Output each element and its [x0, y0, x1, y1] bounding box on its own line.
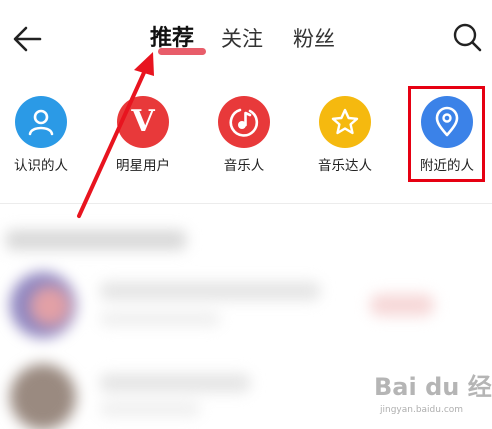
category-music-experts[interactable]: 音乐达人: [295, 96, 395, 175]
category-celebrities[interactable]: V 明星用户: [93, 96, 193, 175]
v-badge-glyph: V: [131, 104, 155, 139]
star-icon: [319, 96, 371, 148]
watermark-url: jingyan.baidu.com: [380, 405, 464, 415]
search-icon[interactable]: [452, 22, 482, 52]
active-tab-indicator: [158, 48, 206, 55]
category-label: 明星用户: [116, 158, 170, 174]
person-icon: [15, 96, 67, 148]
category-label: 音乐达人: [318, 158, 372, 174]
back-arrow-icon[interactable]: [12, 24, 44, 54]
category-label: 认识的人: [14, 158, 68, 174]
tab-follow[interactable]: 关注: [221, 24, 263, 54]
top-nav-bar: 推荐 关注 粉丝: [0, 0, 492, 78]
music-note-icon: [218, 96, 270, 148]
divider: [0, 203, 492, 204]
v-badge-icon: V: [117, 96, 169, 148]
screen: 推荐 关注 粉丝 认识的人 V 明星用户 音乐人 音乐达人 附近的人 Bai d…: [0, 0, 492, 429]
category-label: 音乐人: [223, 158, 265, 174]
baidu-watermark-logo: Bai du 经验 jingyan.baidu.com: [374, 372, 492, 424]
tab-fans[interactable]: 粉丝: [293, 24, 335, 54]
category-musicians[interactable]: 音乐人: [194, 96, 294, 175]
highlight-box: [408, 86, 485, 182]
category-acquaintances[interactable]: 认识的人: [0, 96, 91, 175]
watermark-brand: Bai du 经验: [374, 373, 492, 401]
